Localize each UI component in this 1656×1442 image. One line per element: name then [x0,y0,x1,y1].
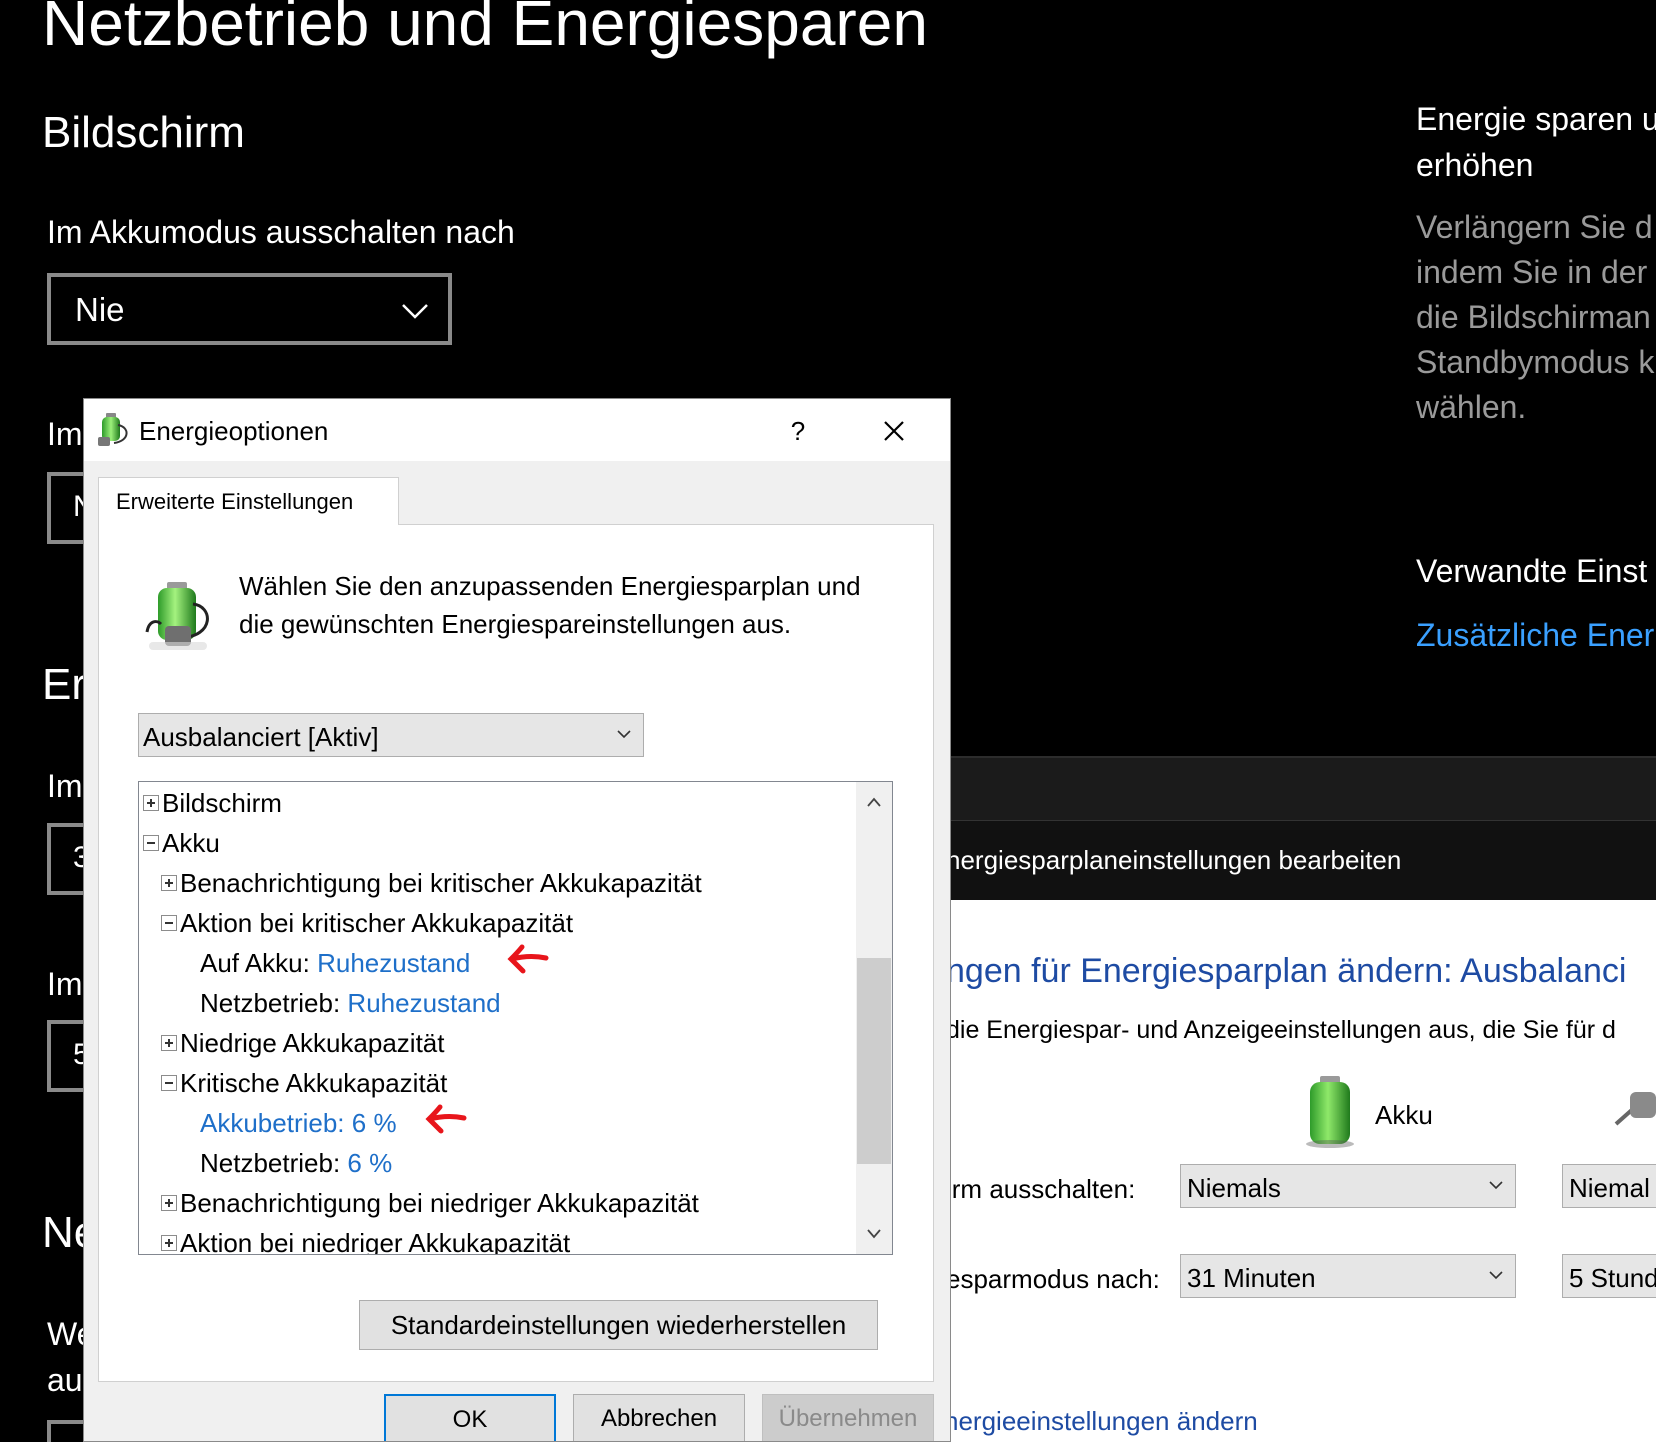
collapse-icon[interactable] [161,915,177,931]
cancel-button[interactable]: Abbrechen [573,1394,745,1441]
tree-item-action-critical-battery[interactable]: Auf Akku: Ruhezustand [200,948,470,988]
plan-settings-window: hergiesparplaneinstellungen bearbeiten n… [950,756,1656,1442]
tree-item-critical-plugged[interactable]: Netzbetrieb: 6 % [200,1148,392,1188]
expand-icon[interactable] [161,1235,177,1251]
chevron-down-icon [617,730,631,739]
sleep-after-label: esparmodus nach: [950,1264,1160,1294]
expand-icon[interactable] [161,1195,177,1211]
scroll-down-icon[interactable] [856,1214,892,1254]
select-value: Niemal [1569,1173,1650,1203]
collapse-icon[interactable] [143,835,159,851]
akku-off-label: Im Akkumodus ausschalten nach [47,214,515,250]
dialog-intro-text: Wählen Sie den anzupassenden Energiespar… [239,571,861,639]
expand-icon[interactable] [161,1035,177,1051]
ok-button[interactable]: OK [384,1394,556,1441]
peek-section-heading: Ne [42,1208,83,1257]
plan-description: die Energiespar- und Anzeigeeinstellunge… [950,1016,1616,1044]
additional-power-settings-link[interactable]: Zusätzliche Ener [1416,617,1656,654]
peek-text: au [47,1362,83,1398]
peek-dropdown[interactable] [47,1420,87,1442]
peek-dropdown[interactable]: N [47,472,87,544]
column-akku-label: Akku [1375,1100,1433,1130]
restore-defaults-button[interactable]: Standardeinstellungen wiederherstellen [359,1300,878,1350]
akku-off-dropdown[interactable]: Nie [47,273,452,345]
tree-item-critical-battery[interactable]: Akkubetrieb: 6 % [200,1108,397,1148]
peek-dropdown[interactable]: 5 [47,1020,87,1092]
scroll-up-icon[interactable] [856,782,892,822]
section-heading-bildschirm: Bildschirm [42,108,245,157]
turn-off-display-netz-select[interactable]: Niemal [1562,1164,1656,1208]
dialog-titlebar: Energieoptionen ? [84,399,950,461]
tree-item-akku[interactable]: Akku [143,828,220,868]
apply-button[interactable]: Übernehmen [762,1394,934,1441]
tree-item-action-low[interactable]: Aktion bei niedriger Akkukapazität [161,1228,570,1254]
battery-plug-icon [145,582,209,650]
turn-off-display-label: irm ausschalten: [950,1174,1136,1204]
turn-off-display-akku-select[interactable]: Niemals [1180,1164,1516,1208]
peek-label: Im [47,768,83,804]
power-plan-select[interactable]: Ausbalanciert [Aktiv] [138,713,644,757]
peek-text: We [47,1316,83,1352]
chevron-down-icon [1489,1181,1503,1190]
action-critical-plugged-value[interactable]: Ruhezustand [347,988,500,1018]
annotation-arrow-icon [507,944,549,974]
scrollbar-thumb[interactable] [857,958,891,1164]
select-value: 5 Stund [1569,1263,1656,1293]
peek-label: Im [47,966,83,1002]
akku-off-value: Nie [75,291,125,328]
peek-label: Im [47,416,83,452]
tree-item-bildschirm[interactable]: Bildschirm [143,788,282,828]
change-advanced-settings-link[interactable]: nergieeinstellungen ändern [950,1406,1258,1437]
tree-item-low-capacity[interactable]: Niedrige Akkukapazität [161,1028,444,1068]
tab-erweiterte-einstellungen[interactable]: Erweiterte Einstellungen [98,477,399,525]
window-toolbar-title: hergiesparplaneinstellungen bearbeiten [950,845,1402,875]
tree-item-notify-low[interactable]: Benachrichtigung bei niedriger Akkukapaz… [161,1188,699,1228]
energieoptionen-dialog: Energieoptionen ? Erweiterte Einstellung… [83,398,951,1442]
collapse-icon[interactable] [161,1075,177,1091]
expand-icon[interactable] [143,795,159,811]
battery-icon [1306,1076,1354,1148]
help-button[interactable]: ? [778,411,818,451]
critical-battery-value[interactable]: 6 % [352,1108,397,1138]
annotation-arrow-icon [425,1104,467,1134]
peek-dropdown[interactable]: 3 [47,823,87,895]
sleep-after-netz-select[interactable]: 5 Stund [1562,1254,1656,1298]
settings-page-title: Netzbetrieb und Energiesparen [42,0,928,59]
sidebar-description: Verlängern Sie d indem Sie in der die Bi… [1416,209,1655,425]
chevron-down-icon [1489,1271,1503,1280]
select-value: Niemals [1187,1173,1281,1203]
settings-tree[interactable]: Bildschirm Akku Benachrichtigung bei kri… [138,781,893,1255]
sleep-after-akku-select[interactable]: 31 Minuten [1180,1254,1516,1298]
tab-label: Erweiterte Einstellungen [116,489,354,514]
chevron-down-icon [402,304,428,319]
dialog-title: Energieoptionen [139,416,329,446]
power-plan-value: Ausbalanciert [Aktiv] [143,722,379,752]
tree-item-critical-capacity[interactable]: Kritische Akkukapazität [161,1068,447,1108]
tree-scrollbar[interactable] [856,782,892,1254]
close-icon[interactable] [874,411,914,451]
window-toolbar: hergiesparplaneinstellungen bearbeiten [950,820,1656,900]
peek-section-heading: Er [42,660,83,709]
critical-plugged-value[interactable]: 6 % [347,1148,392,1178]
plug-icon [1614,1092,1656,1126]
related-settings-heading: Verwandte Einst [1416,553,1648,589]
window-titlebar [950,756,1656,820]
tab-panel: Wählen Sie den anzupassenden Energiespar… [98,524,934,1382]
action-critical-battery-value[interactable]: Ruhezustand [317,948,470,978]
select-value: 31 Minuten [1187,1263,1316,1293]
tree-item-action-critical-plugged[interactable]: Netzbetrieb: Ruhezustand [200,988,501,1028]
expand-icon[interactable] [161,875,177,891]
sidebar-heading: Energie sparen u erhöhen [1416,101,1656,183]
tree-item-notify-critical[interactable]: Benachrichtigung bei kritischer Akkukapa… [161,868,702,908]
plan-heading: ngen für Energiesparplan ändern: Ausbala… [950,952,1627,990]
power-options-icon [98,413,128,446]
